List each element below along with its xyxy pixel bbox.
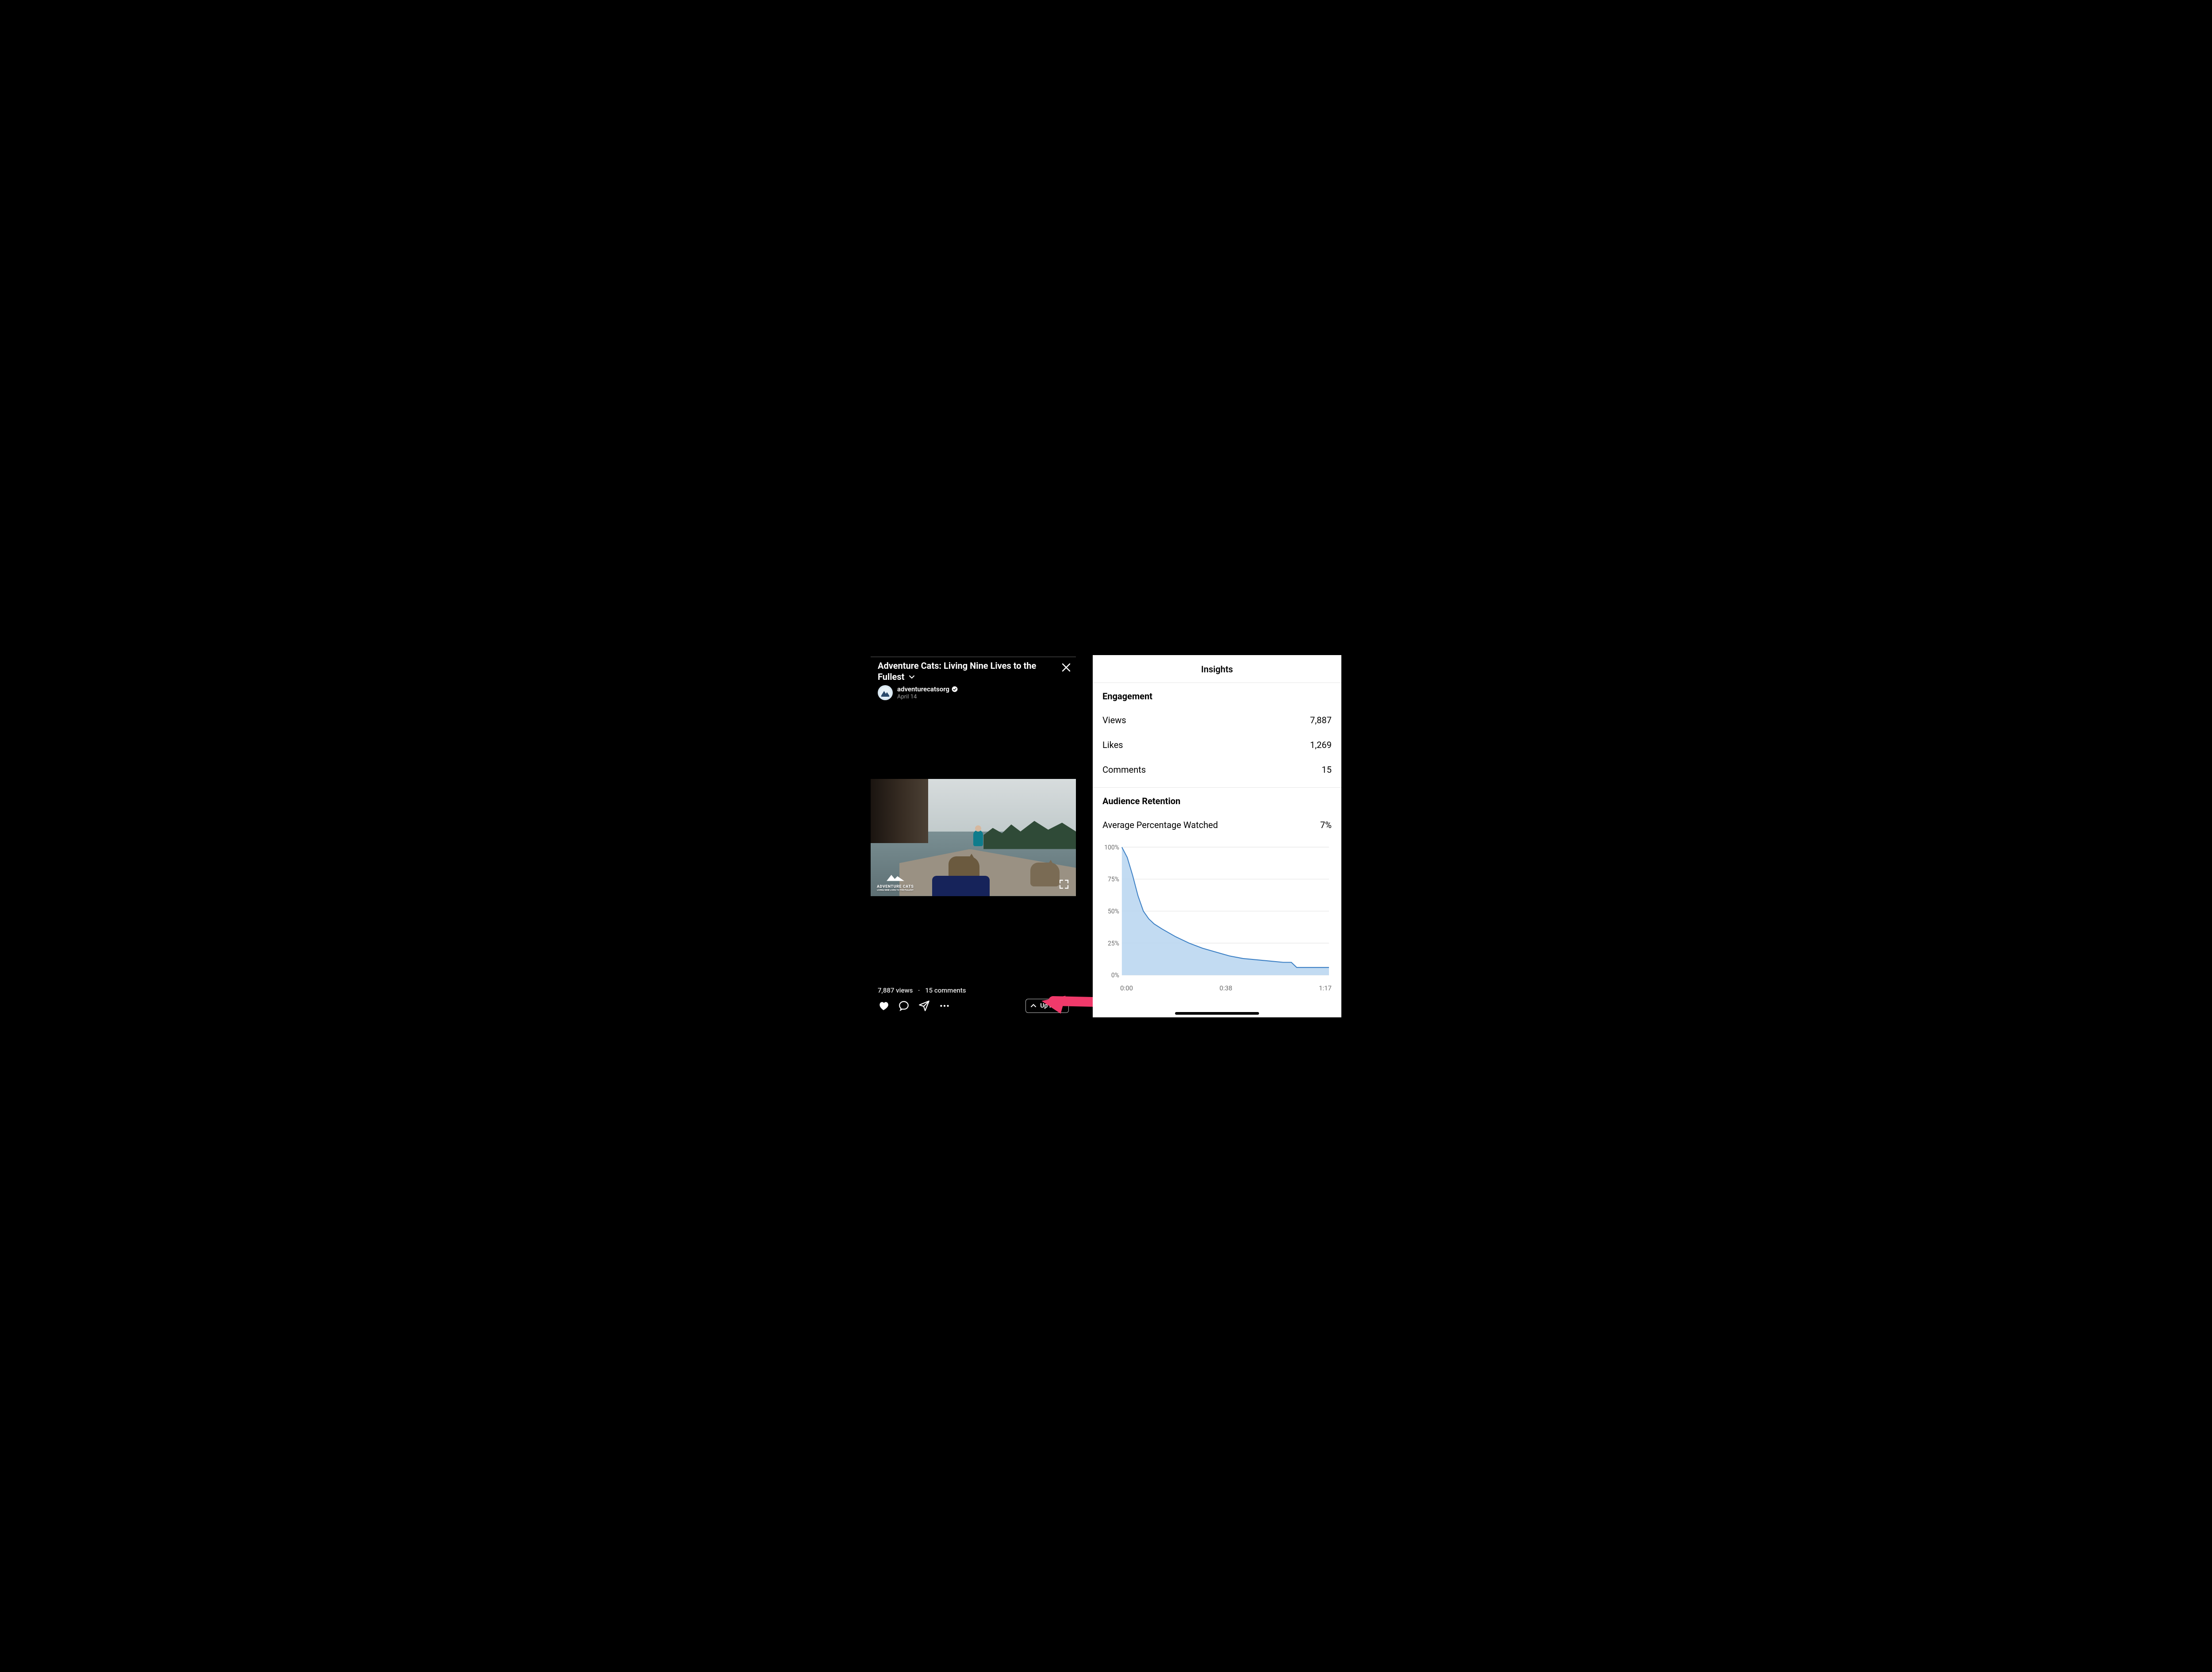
x-tick-1: 0:38 xyxy=(1220,984,1233,992)
home-indicator xyxy=(1175,1012,1259,1015)
post-title-text: Adventure Cats: Living Nine Lives to the… xyxy=(878,660,1036,682)
views-count: 7,887 views xyxy=(878,986,913,994)
metric-views-value: 7,887 xyxy=(1310,715,1332,725)
top-hairline xyxy=(871,656,1076,657)
title-caret-icon[interactable] xyxy=(909,675,914,679)
svg-text:75%: 75% xyxy=(1108,876,1119,883)
more-options-button[interactable] xyxy=(939,1000,950,1012)
post-title: Adventure Cats: Living Nine Lives to the… xyxy=(878,660,1045,683)
author-name[interactable]: adventurecatsorg xyxy=(897,685,949,693)
metric-likes-value: 1,269 xyxy=(1310,740,1332,750)
author-row[interactable]: adventurecatsorg April 14 xyxy=(878,685,958,700)
metric-likes: Likes 1,269 xyxy=(1093,735,1341,760)
retention-chart: 100% 75% 50% 25% 0% xyxy=(1093,840,1341,982)
x-tick-0: 0:00 xyxy=(1120,984,1133,992)
share-button[interactable] xyxy=(918,1000,930,1012)
metric-likes-label: Likes xyxy=(1102,740,1123,750)
metric-views-label: Views xyxy=(1102,715,1126,725)
watermark-line2: LIVING NINE LIVES TO THE FULLEST xyxy=(877,889,914,892)
avg-watched-label: Average Percentage Watched xyxy=(1102,820,1218,830)
up-next-button[interactable]: Up Next xyxy=(1025,999,1069,1013)
metric-comments-label: Comments xyxy=(1102,764,1146,775)
author-meta: adventurecatsorg April 14 xyxy=(897,685,958,700)
close-button[interactable] xyxy=(1059,660,1073,675)
chart-x-ticks: 0:00 0:38 1:17 xyxy=(1093,982,1341,992)
metric-avg-watched: Average Percentage Watched 7% xyxy=(1093,810,1341,840)
stats-row: 7,887 views · 15 comments xyxy=(878,986,966,994)
stats-separator: · xyxy=(918,986,920,994)
ellipsis-icon xyxy=(939,1000,950,1012)
svg-text:25%: 25% xyxy=(1108,940,1119,947)
x-tick-2: 1:17 xyxy=(1319,984,1332,992)
verified-badge-icon xyxy=(952,686,958,692)
avg-watched-value: 7% xyxy=(1320,820,1332,830)
close-icon xyxy=(1061,663,1071,672)
comments-count: 15 comments xyxy=(925,986,966,994)
fullscreen-button[interactable] xyxy=(1058,878,1070,890)
chevron-up-icon xyxy=(1030,1003,1037,1009)
svg-text:0%: 0% xyxy=(1111,972,1119,979)
avatar[interactable] xyxy=(878,685,893,700)
like-button[interactable] xyxy=(878,1000,889,1012)
retention-title: Audience Retention xyxy=(1093,788,1341,810)
heart-icon xyxy=(878,1000,889,1012)
engagement-title: Engagement xyxy=(1093,683,1341,705)
action-row: Up Next xyxy=(878,999,1069,1013)
speech-bubble-icon xyxy=(898,1000,910,1012)
post-date: April 14 xyxy=(897,694,958,700)
insights-header: Insights xyxy=(1093,655,1341,683)
video-player[interactable]: ADVENTURE CATS LIVING NINE LIVES TO THE … xyxy=(871,779,1076,896)
watermark-line1: ADVENTURE CATS xyxy=(877,885,914,889)
up-next-label: Up Next xyxy=(1040,1002,1062,1009)
metric-comments-value: 15 xyxy=(1322,764,1332,775)
svg-text:50%: 50% xyxy=(1108,908,1119,915)
metric-views: Views 7,887 xyxy=(1093,705,1341,735)
metric-comments: Comments 15 xyxy=(1093,760,1341,785)
insights-panel: Insights Engagement Views 7,887 Likes 1,… xyxy=(1093,655,1341,1017)
comment-button[interactable] xyxy=(898,1000,910,1012)
avatar-mountain-icon xyxy=(879,687,891,698)
paper-plane-icon xyxy=(918,1000,930,1012)
video-watermark: ADVENTURE CATS LIVING NINE LIVES TO THE … xyxy=(877,873,914,892)
svg-text:100%: 100% xyxy=(1104,844,1119,851)
fullscreen-icon xyxy=(1059,879,1069,890)
video-post-panel: Adventure Cats: Living Nine Lives to the… xyxy=(871,655,1076,1017)
